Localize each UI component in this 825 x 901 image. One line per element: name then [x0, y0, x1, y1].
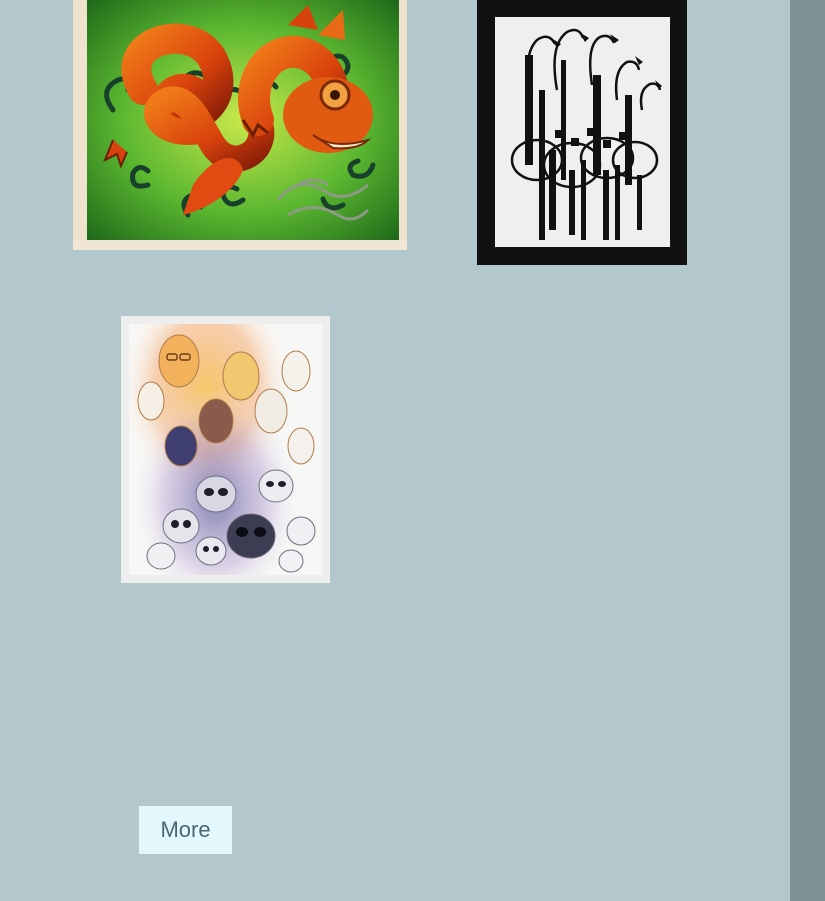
gallery-area: More	[0, 0, 790, 901]
faces-and-skulls-drawing-image	[121, 316, 330, 583]
gallery-image-dragon-painting[interactable]	[73, 0, 407, 250]
page: More	[0, 0, 825, 901]
more-button[interactable]: More	[139, 806, 232, 854]
flamingos-drawing-image	[477, 0, 687, 265]
gallery-image-flamingos-drawing[interactable]	[477, 0, 687, 265]
gallery-image-faces-and-skulls-drawing[interactable]	[121, 316, 330, 583]
dragon-painting-image	[73, 0, 407, 250]
right-sidebar-strip	[790, 0, 825, 901]
